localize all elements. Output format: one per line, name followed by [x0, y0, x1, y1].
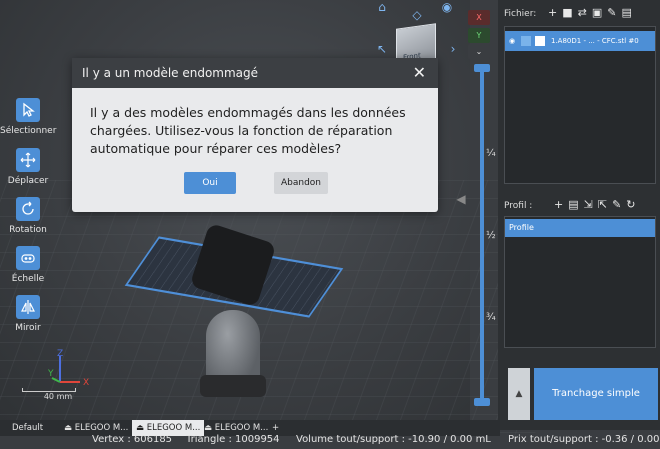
layer-slider-top-handle[interactable]	[474, 64, 490, 72]
rotate-up-icon[interactable]: ↖	[375, 42, 389, 56]
profiles-header: Profil :	[504, 201, 533, 211]
edit-icon[interactable]: ✎	[612, 198, 626, 211]
eye-icon[interactable]: ◉	[509, 31, 515, 51]
tool-rotate[interactable]: Rotation	[0, 197, 56, 235]
scale-label: 40 mm	[43, 392, 73, 401]
model-color-icon	[521, 36, 531, 46]
file-list[interactable]: ◉ 1.A80D1 - ... - CFC.stl #0	[504, 26, 656, 184]
file-row[interactable]: ◉ 1.A80D1 - ... - CFC.stl #0	[505, 31, 655, 51]
swap-icon[interactable]: ⇄	[578, 6, 592, 19]
dialog-message: Il y a des modèles endommagés dans les d…	[90, 105, 406, 156]
tool-move[interactable]: Déplacer	[0, 148, 56, 186]
axis-gizmo: Z X Y	[47, 349, 89, 388]
chevron-up-icon: ▲	[515, 389, 523, 399]
profile-list[interactable]: Profile	[504, 216, 656, 348]
axis-y-label: Y	[47, 369, 54, 379]
tool-scale-label: Échelle	[11, 274, 45, 284]
slider-mark-half: ½	[486, 230, 496, 241]
profile-toolbar: +▤⇲⇱✎↻	[554, 198, 641, 211]
tool-select[interactable]: Sélectionner	[0, 98, 56, 136]
chevron-down-icon[interactable]: ⌄	[468, 44, 490, 59]
right-panel: Fichier: +■⇄▣✎▤ ◉ 1.A80D1 - ... - CFC.st…	[498, 0, 660, 430]
slice-button[interactable]: Tranchage simple	[534, 368, 658, 420]
tab-default[interactable]: Default	[8, 420, 47, 436]
tool-select-label: Sélectionner	[0, 126, 57, 136]
slider-mark-three-quarter: ¾	[486, 312, 496, 323]
status-volume: Volume tout/support : -10.90 / 0.00 mL	[296, 434, 491, 445]
rotate-icon[interactable]	[16, 197, 40, 221]
collapse-panel-icon[interactable]: ◀	[454, 192, 468, 206]
profile-row[interactable]: Profile	[505, 219, 655, 237]
export-icon[interactable]: ⇱	[598, 198, 612, 211]
tool-scale[interactable]: Échelle	[0, 246, 56, 284]
view-icon[interactable]: ◇	[410, 8, 424, 22]
close-icon[interactable]: ✕	[413, 62, 426, 84]
add-icon[interactable]: +	[548, 6, 562, 19]
refresh-icon[interactable]: ↻	[626, 198, 640, 211]
axis-x-label: X	[83, 378, 89, 388]
axis-z-label: Z	[57, 349, 63, 359]
import-icon[interactable]: ⇲	[584, 198, 598, 211]
axis-x-button[interactable]: X	[468, 10, 490, 25]
status-vertex: Vertex : 606185	[92, 434, 173, 445]
tool-move-label: Déplacer	[7, 176, 49, 186]
printer-icon: ⏏	[204, 423, 215, 433]
axis-y-button[interactable]: Y	[468, 28, 490, 43]
printer-icon: ⏏	[136, 423, 147, 433]
delete-icon[interactable]: ▤	[621, 6, 636, 19]
cursor-icon[interactable]	[16, 98, 40, 122]
rotate-right-icon[interactable]: ›	[446, 42, 460, 56]
square-icon[interactable]: ■	[562, 6, 577, 19]
home-icon[interactable]: ⌂	[375, 0, 389, 14]
layer-slider-bottom-handle[interactable]	[474, 398, 490, 406]
mirror-icon[interactable]	[16, 295, 40, 319]
move-icon[interactable]	[16, 148, 40, 172]
tool-mirror-label: Miroir	[15, 323, 41, 333]
status-bar: Vertex : 606185 Triangle : 1009954 Volum…	[0, 434, 660, 449]
slider-mark-quarter: ¼	[486, 148, 496, 159]
eye-icon[interactable]: ◉	[440, 0, 454, 14]
scale-icon[interactable]	[16, 246, 40, 270]
abort-button[interactable]: Abandon	[274, 172, 328, 194]
add-icon[interactable]: +	[554, 198, 568, 211]
delete-icon[interactable]: ▤	[568, 198, 583, 211]
edit-icon[interactable]: ✎	[607, 6, 621, 19]
tab-label: ELEGOO M...	[214, 423, 269, 433]
layer-slider-track[interactable]	[480, 66, 484, 406]
file-toolbar: +■⇄▣✎▤	[548, 6, 637, 19]
files-header: Fichier:	[504, 9, 537, 19]
slice-options-button[interactable]: ▲	[508, 368, 530, 420]
damaged-model-dialog: Il y a un modèle endommagé ✕ Il y a des …	[72, 58, 438, 212]
status-triangle: Triangle : 1009954	[186, 434, 280, 445]
tool-rotate-label: Rotation	[9, 225, 47, 235]
tool-mirror[interactable]: Miroir	[0, 295, 56, 333]
grid-icon[interactable]: ▣	[592, 6, 607, 19]
tab-label: ELEGOO M...	[146, 423, 201, 433]
dialog-title: Il y a un modèle endommagé	[72, 58, 438, 88]
model-base[interactable]	[200, 375, 266, 397]
yes-button[interactable]: Oui	[184, 172, 236, 194]
file-name: 1.A80D1 - ... - CFC.stl #0	[551, 37, 639, 45]
tab-label: ELEGOO M...	[74, 423, 129, 433]
status-price: Prix tout/support : -0.36 / 0.00	[508, 434, 660, 445]
printer-icon: ⏏	[64, 423, 75, 433]
model-thumbnail-icon	[535, 36, 545, 46]
